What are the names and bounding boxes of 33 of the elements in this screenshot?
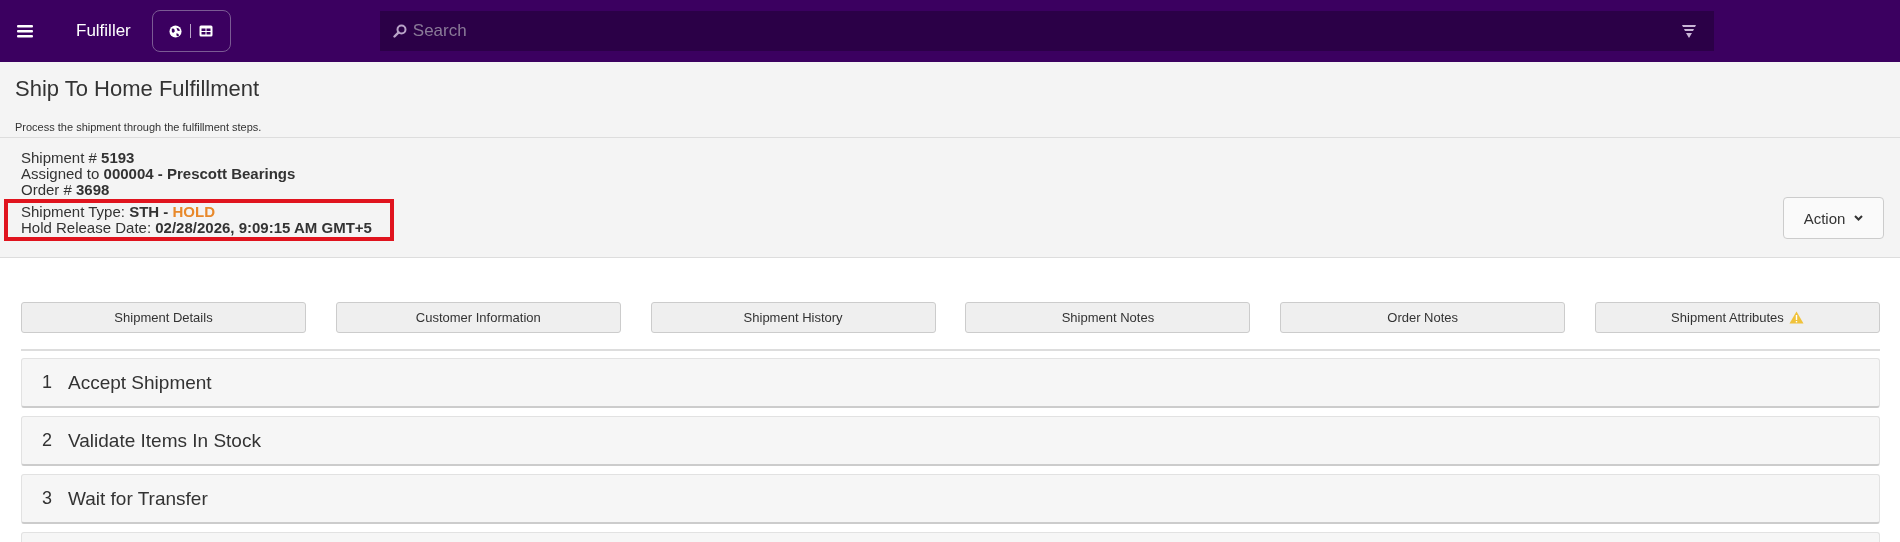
shipment-detail: Shipment # 5193 bbox=[21, 150, 136, 166]
section-tab[interactable]: Shipment Details bbox=[21, 302, 306, 333]
filter-icon[interactable] bbox=[1681, 24, 1696, 38]
app-name: Fulfiller bbox=[76, 21, 131, 41]
search-icon bbox=[392, 24, 407, 38]
globe-icon[interactable] bbox=[169, 24, 183, 38]
chevron-down-icon bbox=[1854, 215, 1864, 221]
section-tab[interactable]: Shipment Attributes bbox=[1595, 302, 1880, 333]
menu-icon[interactable] bbox=[17, 24, 33, 38]
step-number: 1 bbox=[42, 372, 53, 393]
step-number: 2 bbox=[42, 430, 53, 451]
step-title: Validate Items In Stock bbox=[68, 429, 261, 452]
section-tab[interactable]: Shipment Notes bbox=[965, 302, 1251, 333]
step-title: Accept Shipment bbox=[68, 371, 212, 394]
page-title: Ship To Home Fulfillment bbox=[15, 76, 261, 102]
step-panel[interactable]: 1 Accept Shipment bbox=[21, 358, 1880, 408]
section-tab[interactable]: Order Notes bbox=[1280, 302, 1566, 333]
shipment-detail: Shipment Type: STH - HOLD bbox=[21, 204, 216, 220]
table-icon[interactable] bbox=[199, 25, 214, 37]
section-tab[interactable]: Customer Information bbox=[335, 302, 621, 333]
shipment-detail: Hold Release Date: 02/28/2026, 9:09:15 AM GMT+5 bbox=[21, 220, 372, 236]
step-title: Wait for Transfer bbox=[68, 487, 208, 510]
search-bar[interactable]: Search bbox=[379, 11, 1714, 51]
page-subtitle: Process the shipment through the fulfillment steps. bbox=[15, 121, 263, 133]
step-panel[interactable]: 3 Wait for Transfer bbox=[21, 474, 1880, 524]
shipment-detail: Order # 3698 bbox=[21, 182, 111, 198]
step-number: 3 bbox=[42, 488, 53, 509]
shipment-detail: Assigned to 000004 - Prescott Bearings bbox=[21, 166, 297, 182]
search-field[interactable]: Search bbox=[410, 20, 1678, 42]
view-switcher[interactable] bbox=[151, 10, 231, 52]
section-tab[interactable]: Shipment History bbox=[650, 302, 936, 333]
action-button[interactable]: Action bbox=[1783, 197, 1884, 239]
step-panel[interactable]: 2 Validate Items In Stock bbox=[21, 416, 1880, 466]
